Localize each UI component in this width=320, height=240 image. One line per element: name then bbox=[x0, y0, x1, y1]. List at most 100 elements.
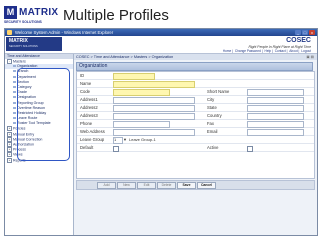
form-row-address1: Address1 City bbox=[77, 96, 314, 104]
nav-item-label: Designation bbox=[17, 95, 36, 100]
nav-item-label: Overtime Reason bbox=[17, 105, 45, 110]
change-password-link[interactable]: Change Password bbox=[235, 49, 261, 53]
page-icon bbox=[13, 65, 16, 68]
address1-label: Address1 bbox=[80, 97, 98, 102]
id-field[interactable] bbox=[113, 73, 155, 80]
page-icon bbox=[13, 85, 16, 88]
nav-item-label: Department bbox=[17, 74, 36, 79]
logo-subtitle: SECURITY SOLUTIONS bbox=[4, 20, 42, 24]
contact-link[interactable]: Contact bbox=[275, 49, 286, 53]
form-row-name: Name bbox=[77, 80, 314, 88]
web-address-field[interactable] bbox=[113, 129, 195, 136]
address2-field[interactable] bbox=[113, 105, 195, 112]
nav-item-reports[interactable]: + Reports bbox=[5, 157, 73, 163]
form-row-web: Web Address Email bbox=[77, 128, 314, 136]
page-icon bbox=[13, 96, 16, 99]
leave-group-id-value: 1 bbox=[114, 137, 117, 142]
page-icon bbox=[13, 91, 16, 94]
toolbar-icons[interactable]: ▣ ▤ bbox=[306, 55, 314, 59]
form-row-leave-group: Leave Group 1 ▼ Leave Group-1 bbox=[77, 136, 314, 144]
nav-item-label: Category bbox=[17, 84, 32, 89]
country-label: Country bbox=[207, 113, 222, 118]
nav-item-label: Reports bbox=[13, 158, 26, 163]
save-button[interactable]: Save bbox=[177, 182, 196, 189]
nav-item-label: Views bbox=[13, 152, 23, 157]
breadcrumb-bar: COSEC > Time and Attendance > Masters > … bbox=[74, 54, 317, 60]
fax-field[interactable] bbox=[247, 121, 304, 128]
page-header: Organization bbox=[76, 62, 313, 71]
window-title: Welcome System Admin - Windows Internet … bbox=[15, 30, 114, 35]
name-label: Name bbox=[80, 81, 92, 86]
code-field[interactable] bbox=[113, 89, 170, 96]
matrix-logo: M MATRIX SECURITY SOLUTIONS bbox=[4, 6, 58, 26]
fax-label: Fax bbox=[207, 121, 214, 126]
navigation-panel: Time and Attendance - Masters Organization… bbox=[5, 54, 74, 235]
about-link[interactable]: About bbox=[289, 49, 297, 53]
form-row-id: ID bbox=[77, 72, 314, 80]
logout-link[interactable]: Logout bbox=[301, 49, 311, 53]
nav-item-label: Masters bbox=[13, 59, 26, 64]
short-name-label: Short Name bbox=[207, 89, 230, 94]
app-logo-subtitle: SECURITY SOLUTIONS bbox=[9, 45, 38, 48]
phone-field[interactable] bbox=[113, 121, 170, 128]
cancel-button[interactable]: Cancel bbox=[197, 182, 216, 189]
nav-item-label: Manual Entry bbox=[13, 132, 35, 137]
browser-icon bbox=[7, 30, 12, 35]
code-label: Code bbox=[80, 89, 91, 94]
browser-window: Welcome System Admin - Windows Internet … bbox=[4, 28, 318, 236]
nav-item-label: Leave Route bbox=[17, 116, 38, 121]
edit-button[interactable]: Edit bbox=[137, 182, 156, 189]
form-row-address3: Address3 Country bbox=[77, 112, 314, 120]
short-name-field[interactable] bbox=[247, 89, 304, 96]
nav-item-label: Authorization bbox=[13, 142, 34, 147]
app-header: MATRIX SECURITY SOLUTIONS COSEC Right Pe… bbox=[5, 36, 317, 54]
minimize-button[interactable]: _ bbox=[295, 30, 301, 35]
new-button[interactable]: New bbox=[117, 182, 136, 189]
default-checkbox[interactable] bbox=[113, 145, 119, 152]
nav-item-label: Section bbox=[17, 79, 29, 84]
close-button[interactable]: x bbox=[309, 30, 315, 35]
address3-label: Address3 bbox=[80, 113, 98, 118]
page-title: Organization bbox=[79, 63, 108, 69]
page-icon bbox=[13, 122, 16, 125]
page-icon bbox=[13, 111, 16, 114]
web-address-label: Web Address bbox=[80, 129, 105, 134]
add-button[interactable]: Add bbox=[97, 182, 116, 189]
id-label: ID bbox=[80, 73, 85, 78]
country-field[interactable] bbox=[247, 113, 304, 120]
expand-icon[interactable]: + bbox=[7, 157, 12, 163]
header-links: Home | Change Password | Help | Contact … bbox=[222, 49, 311, 53]
page-icon bbox=[13, 101, 16, 104]
app-logo-text: MATRIX bbox=[9, 38, 28, 44]
active-checkbox[interactable] bbox=[247, 145, 253, 152]
page-icon bbox=[13, 117, 16, 120]
leave-group-name: Leave Group-1 bbox=[129, 137, 156, 142]
nav-item-label: Roster Tool Template bbox=[17, 121, 51, 126]
home-link[interactable]: Home bbox=[223, 49, 232, 53]
nav-item-label: Policies bbox=[13, 126, 26, 131]
nav-item-label: Branch bbox=[17, 69, 29, 74]
name-field[interactable] bbox=[113, 81, 195, 88]
lookup-icon[interactable]: ▼ bbox=[123, 136, 127, 143]
content-area: COSEC > Time and Attendance > Masters > … bbox=[74, 54, 317, 235]
form-row-address2: Address2 State bbox=[77, 104, 314, 112]
address3-field[interactable] bbox=[113, 113, 195, 120]
slide-title: Multiple Profiles bbox=[63, 7, 169, 24]
form-row-default: Default Active bbox=[77, 144, 314, 152]
state-field[interactable] bbox=[247, 105, 304, 112]
city-label: City bbox=[207, 97, 215, 102]
form-row-code: Code Short Name bbox=[77, 88, 314, 96]
phone-label: Phone bbox=[80, 121, 93, 126]
address1-field[interactable] bbox=[113, 97, 195, 104]
email-field[interactable] bbox=[247, 129, 304, 136]
logo-mark: M bbox=[4, 6, 17, 19]
state-label: State bbox=[207, 105, 217, 110]
page-icon bbox=[13, 80, 16, 83]
delete-button[interactable]: Delete bbox=[157, 182, 176, 189]
nav-item-label: Manual Correction bbox=[13, 137, 43, 142]
maximize-button[interactable]: □ bbox=[302, 30, 308, 35]
navigation-tree: - Masters Organization Branch Department Sect… bbox=[5, 59, 73, 163]
city-field[interactable] bbox=[247, 97, 304, 104]
page-icon bbox=[13, 106, 16, 109]
help-link[interactable]: Help bbox=[265, 49, 272, 53]
